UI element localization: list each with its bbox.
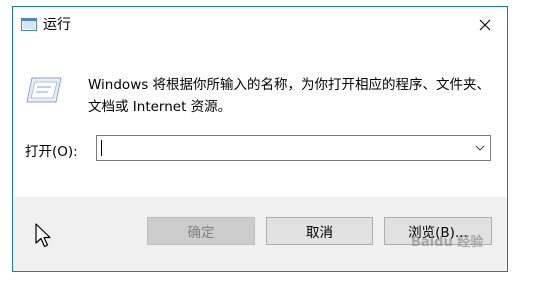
run-icon — [21, 18, 37, 31]
window-title: 运行 — [43, 17, 71, 33]
run-dialog: 运行 Windows 将根据你所输入的名称，为你打开相应的程序、文件夹、文档或 … — [12, 6, 508, 272]
close-icon — [479, 19, 491, 31]
browse-button[interactable]: 浏览(B)... — [384, 217, 492, 245]
description-text: Windows 将根据你所输入的名称，为你打开相应的程序、文件夹、文档或 Int… — [88, 77, 491, 115]
text-caret — [101, 140, 102, 156]
mouse-pointer-icon — [35, 223, 51, 248]
open-input[interactable] — [97, 136, 471, 160]
close-button[interactable] — [463, 7, 507, 43]
open-label: 打开(O): — [25, 144, 78, 160]
open-combobox[interactable] — [96, 135, 491, 161]
title-bar: 运行 — [13, 7, 507, 43]
dropdown-button[interactable] — [470, 136, 490, 160]
chevron-down-icon — [475, 145, 485, 151]
cancel-button[interactable]: 取消 — [266, 217, 373, 245]
content-pane: Windows 将根据你所输入的名称，为你打开相应的程序、文件夹、文档或 Int… — [13, 43, 507, 197]
run-app-icon — [26, 77, 62, 103]
ok-button[interactable]: 确定 — [147, 217, 255, 245]
